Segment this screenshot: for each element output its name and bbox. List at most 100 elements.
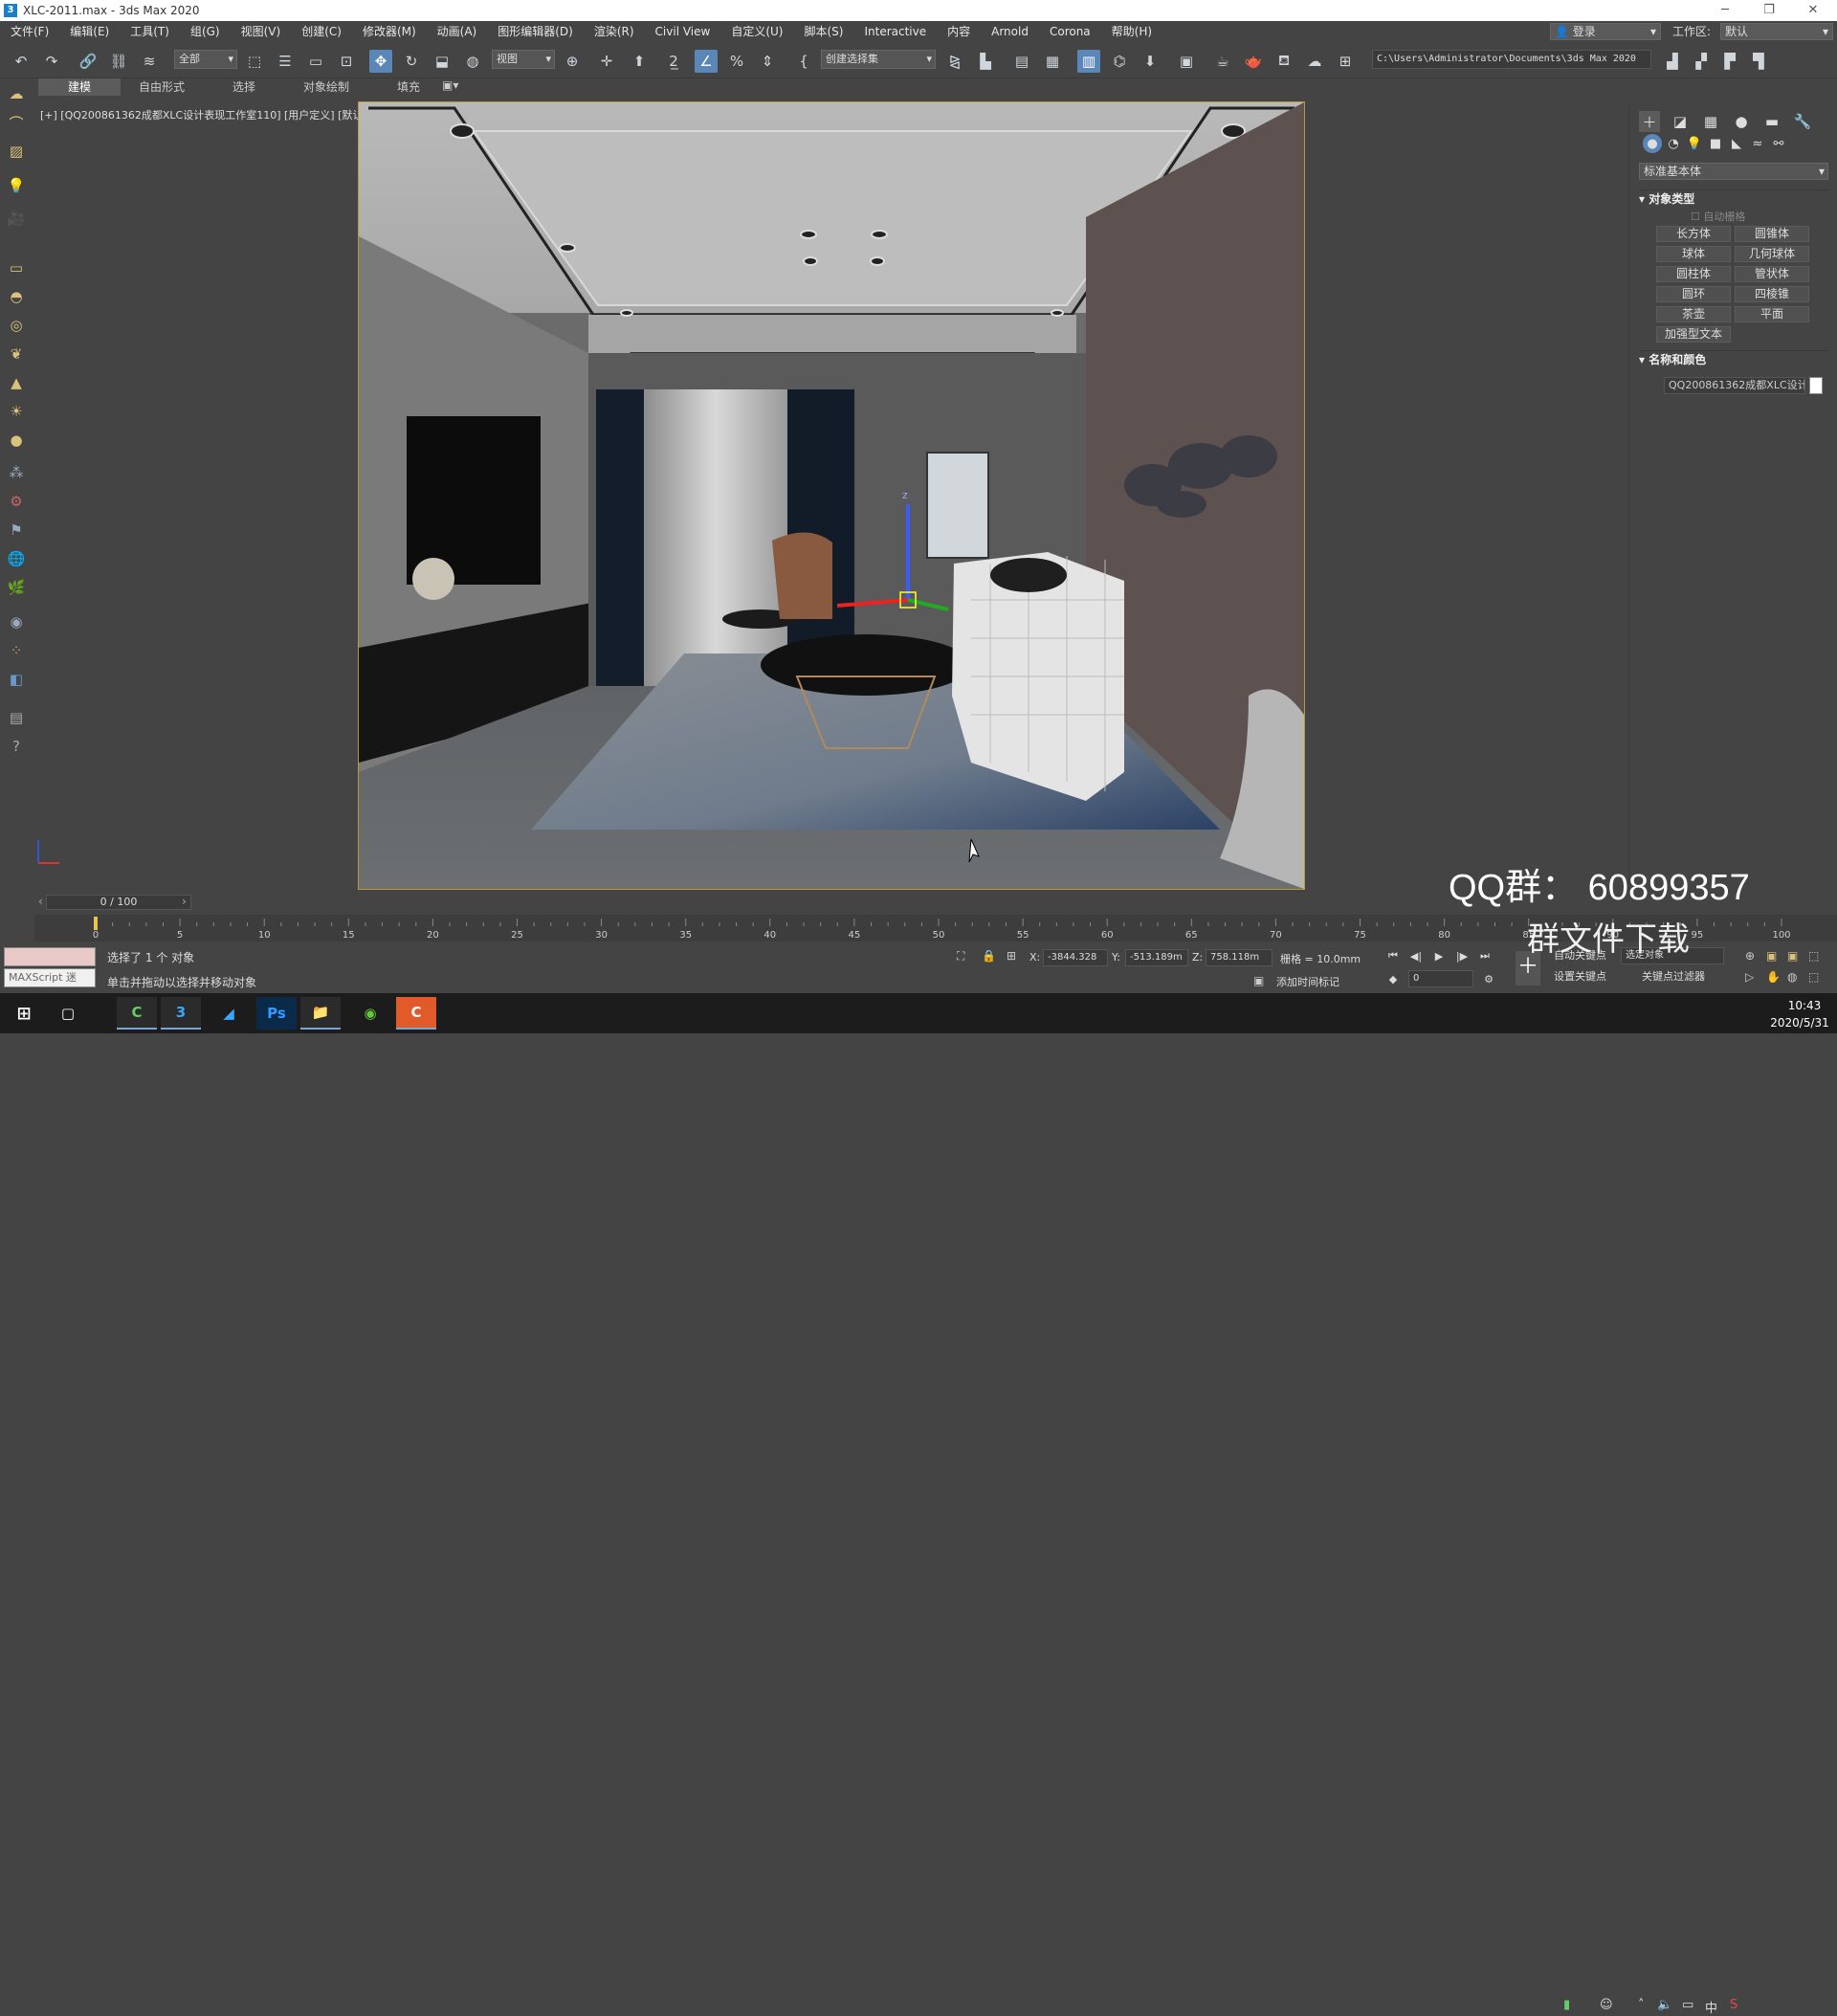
help-icon[interactable]: ? <box>5 735 28 758</box>
menu-item[interactable]: 创建(C) <box>291 21 352 42</box>
menu-item[interactable]: Civil View <box>645 21 721 42</box>
menu-item[interactable]: 编辑(E) <box>59 21 120 42</box>
menu-item[interactable]: 动画(A) <box>427 21 488 42</box>
unlink-icon[interactable]: ⛓ <box>107 50 130 73</box>
close-icon[interactable]: ✕ <box>1791 0 1835 21</box>
menu-item[interactable]: Interactive <box>853 21 937 42</box>
set-key-button[interactable]: 设置关键点 <box>1554 968 1606 986</box>
menu-item[interactable]: 视图(V) <box>231 21 292 42</box>
ribbon-tab[interactable]: 对象绘制 <box>285 78 367 96</box>
menu-item[interactable]: 修改器(M) <box>352 21 427 42</box>
file-explorer-icon[interactable]: 📁 <box>300 997 341 1030</box>
bush-icon[interactable]: ❦ <box>5 343 28 366</box>
redo-icon[interactable]: ↷ <box>40 50 63 73</box>
mirror-icon[interactable]: ⧎ <box>943 50 966 73</box>
systems-icon[interactable]: ⚯ <box>1769 134 1788 153</box>
maxmenu-icon[interactable]: ◢ <box>209 997 249 1030</box>
add-time-tag[interactable]: 添加时间标记 <box>1276 974 1339 989</box>
select-scale-icon[interactable]: ⬓ <box>431 50 454 73</box>
network-icon[interactable]: ▭ <box>1682 1998 1693 2012</box>
menu-item[interactable]: Corona <box>1039 21 1101 42</box>
textplus-button[interactable]: 加强型文本 <box>1656 326 1731 343</box>
workspace-select[interactable]: 默认 ▾ <box>1720 23 1833 40</box>
display-tab-icon[interactable]: ▬ <box>1761 111 1782 132</box>
named-selection-set-dropdown[interactable]: 创建选择集 ▾ <box>821 50 936 69</box>
plant-icon[interactable]: 🌿 <box>5 576 28 599</box>
rect-selection-icon[interactable]: ▭ <box>304 50 327 73</box>
project-folder-icon[interactable]: ▟ <box>1661 50 1684 73</box>
hemisphere-icon[interactable]: ◓ <box>5 285 28 308</box>
menu-item[interactable]: 工具(T) <box>120 21 180 42</box>
percent-snap-icon[interactable]: % <box>725 50 748 73</box>
person-icon[interactable]: ☺ <box>1600 1998 1613 2012</box>
sogou-icon[interactable]: S <box>1730 1998 1737 2012</box>
absolute-mode-icon[interactable]: ⊞ <box>1007 949 1016 963</box>
undo-icon[interactable]: ↶ <box>10 50 33 73</box>
lights-icon[interactable]: 💡 <box>1685 134 1704 153</box>
browser-icon[interactable]: ◉ <box>350 997 390 1030</box>
sphere-button[interactable]: 球体 <box>1656 246 1731 262</box>
cameras-icon[interactable]: ■ <box>1706 134 1725 153</box>
task-view-icon[interactable]: ▢ <box>48 997 88 1030</box>
link-icon[interactable]: 🔗 <box>77 50 100 73</box>
3dsmax-icon[interactable]: 3 <box>161 997 201 1030</box>
select-object-icon[interactable]: ⬚ <box>243 50 266 73</box>
globe-icon[interactable]: 🌐 <box>5 547 28 570</box>
ribbon-tab[interactable]: 建模 <box>38 78 121 96</box>
helpers-icon[interactable]: ◣ <box>1727 134 1746 153</box>
schematic-view-icon[interactable]: ⌬ <box>1108 50 1131 73</box>
photoshop-icon[interactable]: Ps <box>256 997 297 1030</box>
spinner-snap-icon[interactable]: ⇕ <box>756 50 779 73</box>
utilities-tab-icon[interactable]: 🔧 <box>1792 111 1813 132</box>
camtasia-icon[interactable]: C <box>117 997 157 1030</box>
cone-icon[interactable]: ▲ <box>5 371 28 394</box>
select-move-icon[interactable]: ✥ <box>369 50 392 73</box>
field-of-view-icon[interactable]: ▷ <box>1745 970 1754 984</box>
menu-item[interactable]: 组(G) <box>180 21 231 42</box>
selection-filter-dropdown[interactable]: 全部 ▾ <box>174 50 237 69</box>
tray-chevron-icon[interactable]: ˄ <box>1638 1998 1645 2012</box>
zoom-region-icon[interactable]: ⬚ <box>1808 949 1819 963</box>
project-settings-icon[interactable]: ▛ <box>1718 50 1741 73</box>
next-frame-icon[interactable]: |▶ <box>1452 947 1472 964</box>
menu-item[interactable]: Arnold <box>981 21 1039 42</box>
geosphere-button[interactable]: 几何球体 <box>1735 246 1809 262</box>
clock-time[interactable]: 10:43 <box>1776 999 1833 1012</box>
layer-explorer-icon[interactable]: ▤ <box>1010 50 1033 73</box>
ime-indicator[interactable]: 中 <box>1705 1998 1717 2016</box>
orbit-icon[interactable]: ◍ <box>1787 970 1797 984</box>
render-setup-icon[interactable]: ▣ <box>1175 50 1198 73</box>
project-create-icon[interactable]: ▜ <box>1747 50 1770 73</box>
zoom-all-icon[interactable]: ▣ <box>1766 949 1777 963</box>
time-config-icon[interactable]: ⚙ <box>1479 970 1498 987</box>
z-coordinate-field[interactable]: 758.118m <box>1206 949 1273 966</box>
x-coordinate-field[interactable]: -3844.328 <box>1043 949 1108 966</box>
ring-icon[interactable]: ◎ <box>5 314 28 337</box>
render-icon[interactable]: ◧ <box>5 668 28 691</box>
current-frame-field[interactable]: 0 <box>1408 970 1473 987</box>
box-button[interactable]: 长方体 <box>1656 226 1731 242</box>
image-icon[interactable]: ▨ <box>5 140 28 163</box>
geometry-type-dropdown[interactable]: 标准基本体 ▾ <box>1639 163 1828 180</box>
selection-lock-icon[interactable]: 🔒 <box>982 949 996 963</box>
camera-icon[interactable]: 🎥 <box>5 207 28 230</box>
edit-named-selection-icon[interactable]: { <box>792 50 815 73</box>
time-prev-icon[interactable]: ‹ <box>38 895 43 908</box>
pivot-center-icon[interactable]: ⊕ <box>561 50 584 73</box>
maxscript-input[interactable]: MAXScript 迷 <box>4 968 96 987</box>
menu-item[interactable]: 文件(F) <box>0 21 59 42</box>
align-icon[interactable]: ▙ <box>974 50 997 73</box>
create-tab-icon[interactable]: ＋ <box>1639 111 1660 132</box>
light-icon[interactable]: 💡 <box>5 174 28 197</box>
menu-item[interactable]: 脚本(S) <box>793 21 853 42</box>
reference-coord-dropdown[interactable]: 视图 ▾ <box>492 50 555 69</box>
object-name-field[interactable]: QQ200861362成都XLC设计 <box>1664 377 1805 394</box>
geometry-icon[interactable]: ● <box>1643 134 1662 153</box>
script-icon[interactable]: ▤ <box>5 706 28 729</box>
ribbon-tab[interactable]: 选择 <box>203 78 285 96</box>
viewport-render[interactable]: z <box>358 101 1305 890</box>
name-color-rollout[interactable]: ▾ 名称和颜色 <box>1639 350 1828 367</box>
render-shortcut-icon[interactable]: ⊞ <box>1334 50 1357 73</box>
minimize-icon[interactable]: ─ <box>1703 0 1747 21</box>
pan-view-icon[interactable]: ✋ <box>1766 970 1781 984</box>
